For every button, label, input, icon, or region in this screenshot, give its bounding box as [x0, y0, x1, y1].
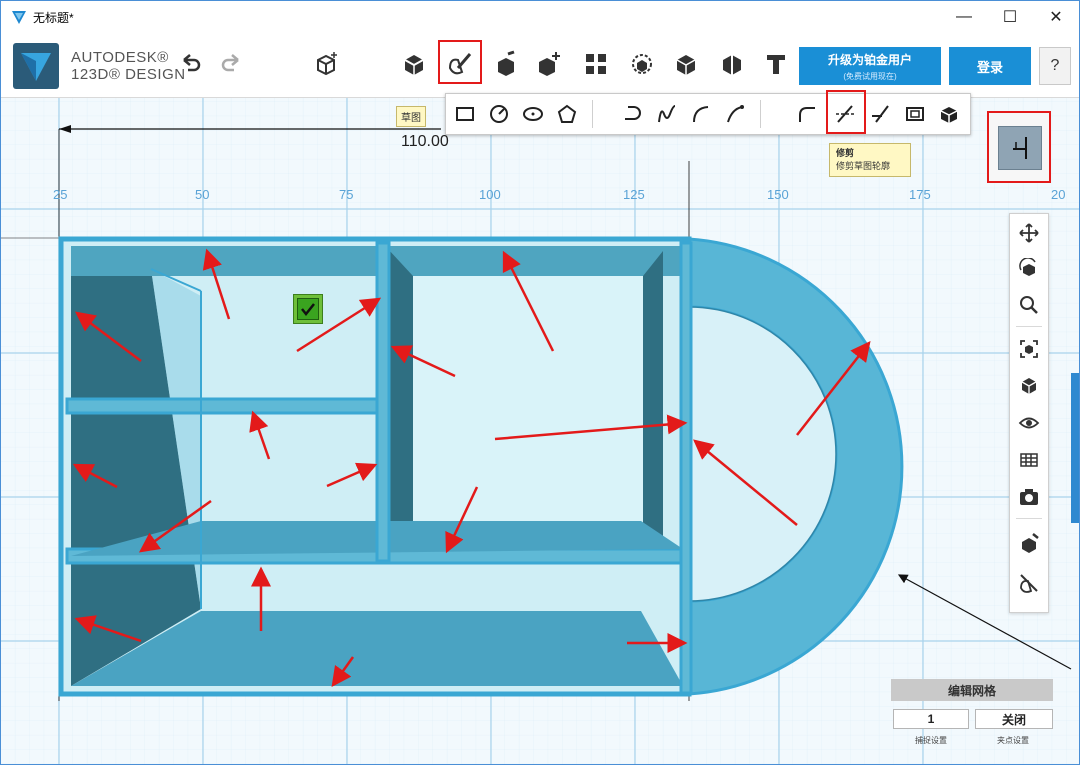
- edit-grid-panel: 编辑网格 1 关闭 捕捉设置 夹点设置: [891, 679, 1055, 749]
- sketch-submenu: [445, 93, 971, 135]
- sketch-three-point-arc-icon[interactable]: [720, 98, 750, 130]
- snap-icon[interactable]: [1013, 528, 1045, 558]
- maximize-icon[interactable]: ☐: [987, 1, 1033, 33]
- app-menu-logo[interactable]: [13, 43, 59, 89]
- sketch-fillet-icon[interactable]: [792, 98, 822, 130]
- ruler-label: 20: [1051, 187, 1066, 202]
- sketch-spline-icon[interactable]: [652, 98, 682, 130]
- redo-icon[interactable]: [215, 47, 249, 81]
- minimize-icon[interactable]: —: [941, 1, 987, 33]
- nav-collapse-tab[interactable]: [1071, 373, 1079, 523]
- dimension-value[interactable]: 110.00: [401, 133, 449, 151]
- text-icon[interactable]: [759, 47, 793, 81]
- pan-icon[interactable]: [1013, 218, 1045, 248]
- fit-icon[interactable]: [1013, 334, 1045, 364]
- sketch-offset-icon[interactable]: [900, 98, 930, 130]
- camera-icon[interactable]: [1013, 482, 1045, 512]
- sketch-two-point-arc-icon[interactable]: [686, 98, 716, 130]
- trim-tooltip-title: 修剪: [836, 148, 855, 158]
- highlight-sketch-tool: [438, 40, 482, 84]
- ruler-label: 50: [195, 187, 210, 202]
- navigation-bar: [1009, 213, 1049, 613]
- primitives-icon[interactable]: [397, 47, 431, 81]
- check-icon: [297, 298, 319, 320]
- trim-tooltip: 修剪 修剪草图轮廓: [829, 143, 911, 177]
- ruler-label: 75: [339, 187, 354, 202]
- measure-icon[interactable]: [715, 47, 749, 81]
- modify-icon[interactable]: [531, 47, 565, 81]
- confirm-check-button[interactable]: [293, 294, 323, 324]
- sketch-circle-icon[interactable]: [484, 98, 514, 130]
- edit-grid-button[interactable]: 编辑网格: [891, 679, 1053, 701]
- pattern-icon[interactable]: [579, 47, 613, 81]
- hide-sketch-icon[interactable]: [1013, 568, 1045, 598]
- sketch-tooltip: 草图: [396, 106, 426, 127]
- view-cube-icon[interactable]: [1013, 370, 1045, 400]
- ruler-label: 125: [623, 187, 645, 202]
- separator: [1016, 326, 1042, 327]
- ruler-label: 100: [479, 187, 501, 202]
- orbit-icon[interactable]: [1013, 254, 1045, 284]
- close-icon[interactable]: ✕: [1033, 1, 1079, 33]
- snap-value-field[interactable]: 1: [893, 709, 969, 729]
- sketch-extend-icon[interactable]: [866, 98, 896, 130]
- project-icon[interactable]: [934, 98, 964, 130]
- sketch-ellipse-icon[interactable]: [518, 98, 548, 130]
- upgrade-button[interactable]: 升级为铂金用户 (免费试用现在): [799, 47, 941, 85]
- login-button[interactable]: 登录: [949, 47, 1031, 85]
- snap-caption: 捕捉设置: [915, 736, 947, 745]
- sketch-polygon-icon[interactable]: [552, 98, 582, 130]
- grid-toggle-field[interactable]: 关闭: [975, 709, 1053, 729]
- zoom-icon[interactable]: [1013, 290, 1045, 320]
- new-primitive-icon[interactable]: [309, 47, 343, 81]
- ruler-label: 150: [767, 187, 789, 202]
- app-window: 无标题* — ☐ ✕ AUTODESK® 123D® DESIGN 升级为铂金用…: [0, 0, 1080, 765]
- grid-caption: 夹点设置: [997, 736, 1029, 745]
- sketch-polyline-icon[interactable]: [618, 98, 648, 130]
- visibility-icon[interactable]: [1013, 408, 1045, 438]
- construct-icon[interactable]: [489, 47, 523, 81]
- material-icon[interactable]: [1013, 444, 1045, 474]
- sketch-rectangle-icon[interactable]: [450, 98, 480, 130]
- upgrade-label: 升级为铂金用户: [827, 53, 912, 67]
- grouping-icon[interactable]: [625, 47, 659, 81]
- separator: [760, 100, 761, 128]
- separator: [592, 100, 593, 128]
- separator: [1016, 518, 1042, 519]
- upgrade-sublabel: (免费试用现在): [843, 72, 897, 81]
- highlight-trim-tool: [826, 90, 866, 134]
- undo-icon[interactable]: [173, 47, 207, 81]
- combine-icon[interactable]: [669, 47, 703, 81]
- logo-icon: [21, 53, 51, 81]
- brand-product: 123D® DESIGN: [71, 66, 186, 83]
- ruler-label: 175: [909, 187, 931, 202]
- brand-autodesk: AUTODESK®: [71, 49, 169, 66]
- trim-tooltip-description: 修剪草图轮廓: [836, 161, 891, 171]
- help-button[interactable]: ?: [1039, 47, 1071, 85]
- window-title: 无标题*: [33, 10, 74, 25]
- app-logo-icon: [12, 11, 26, 24]
- active-tool-indicator[interactable]: [987, 111, 1051, 183]
- trim-cursor-icon: [998, 126, 1042, 170]
- ruler-label: 25: [53, 187, 68, 202]
- title-bar: 无标题* — ☐ ✕: [1, 1, 1079, 33]
